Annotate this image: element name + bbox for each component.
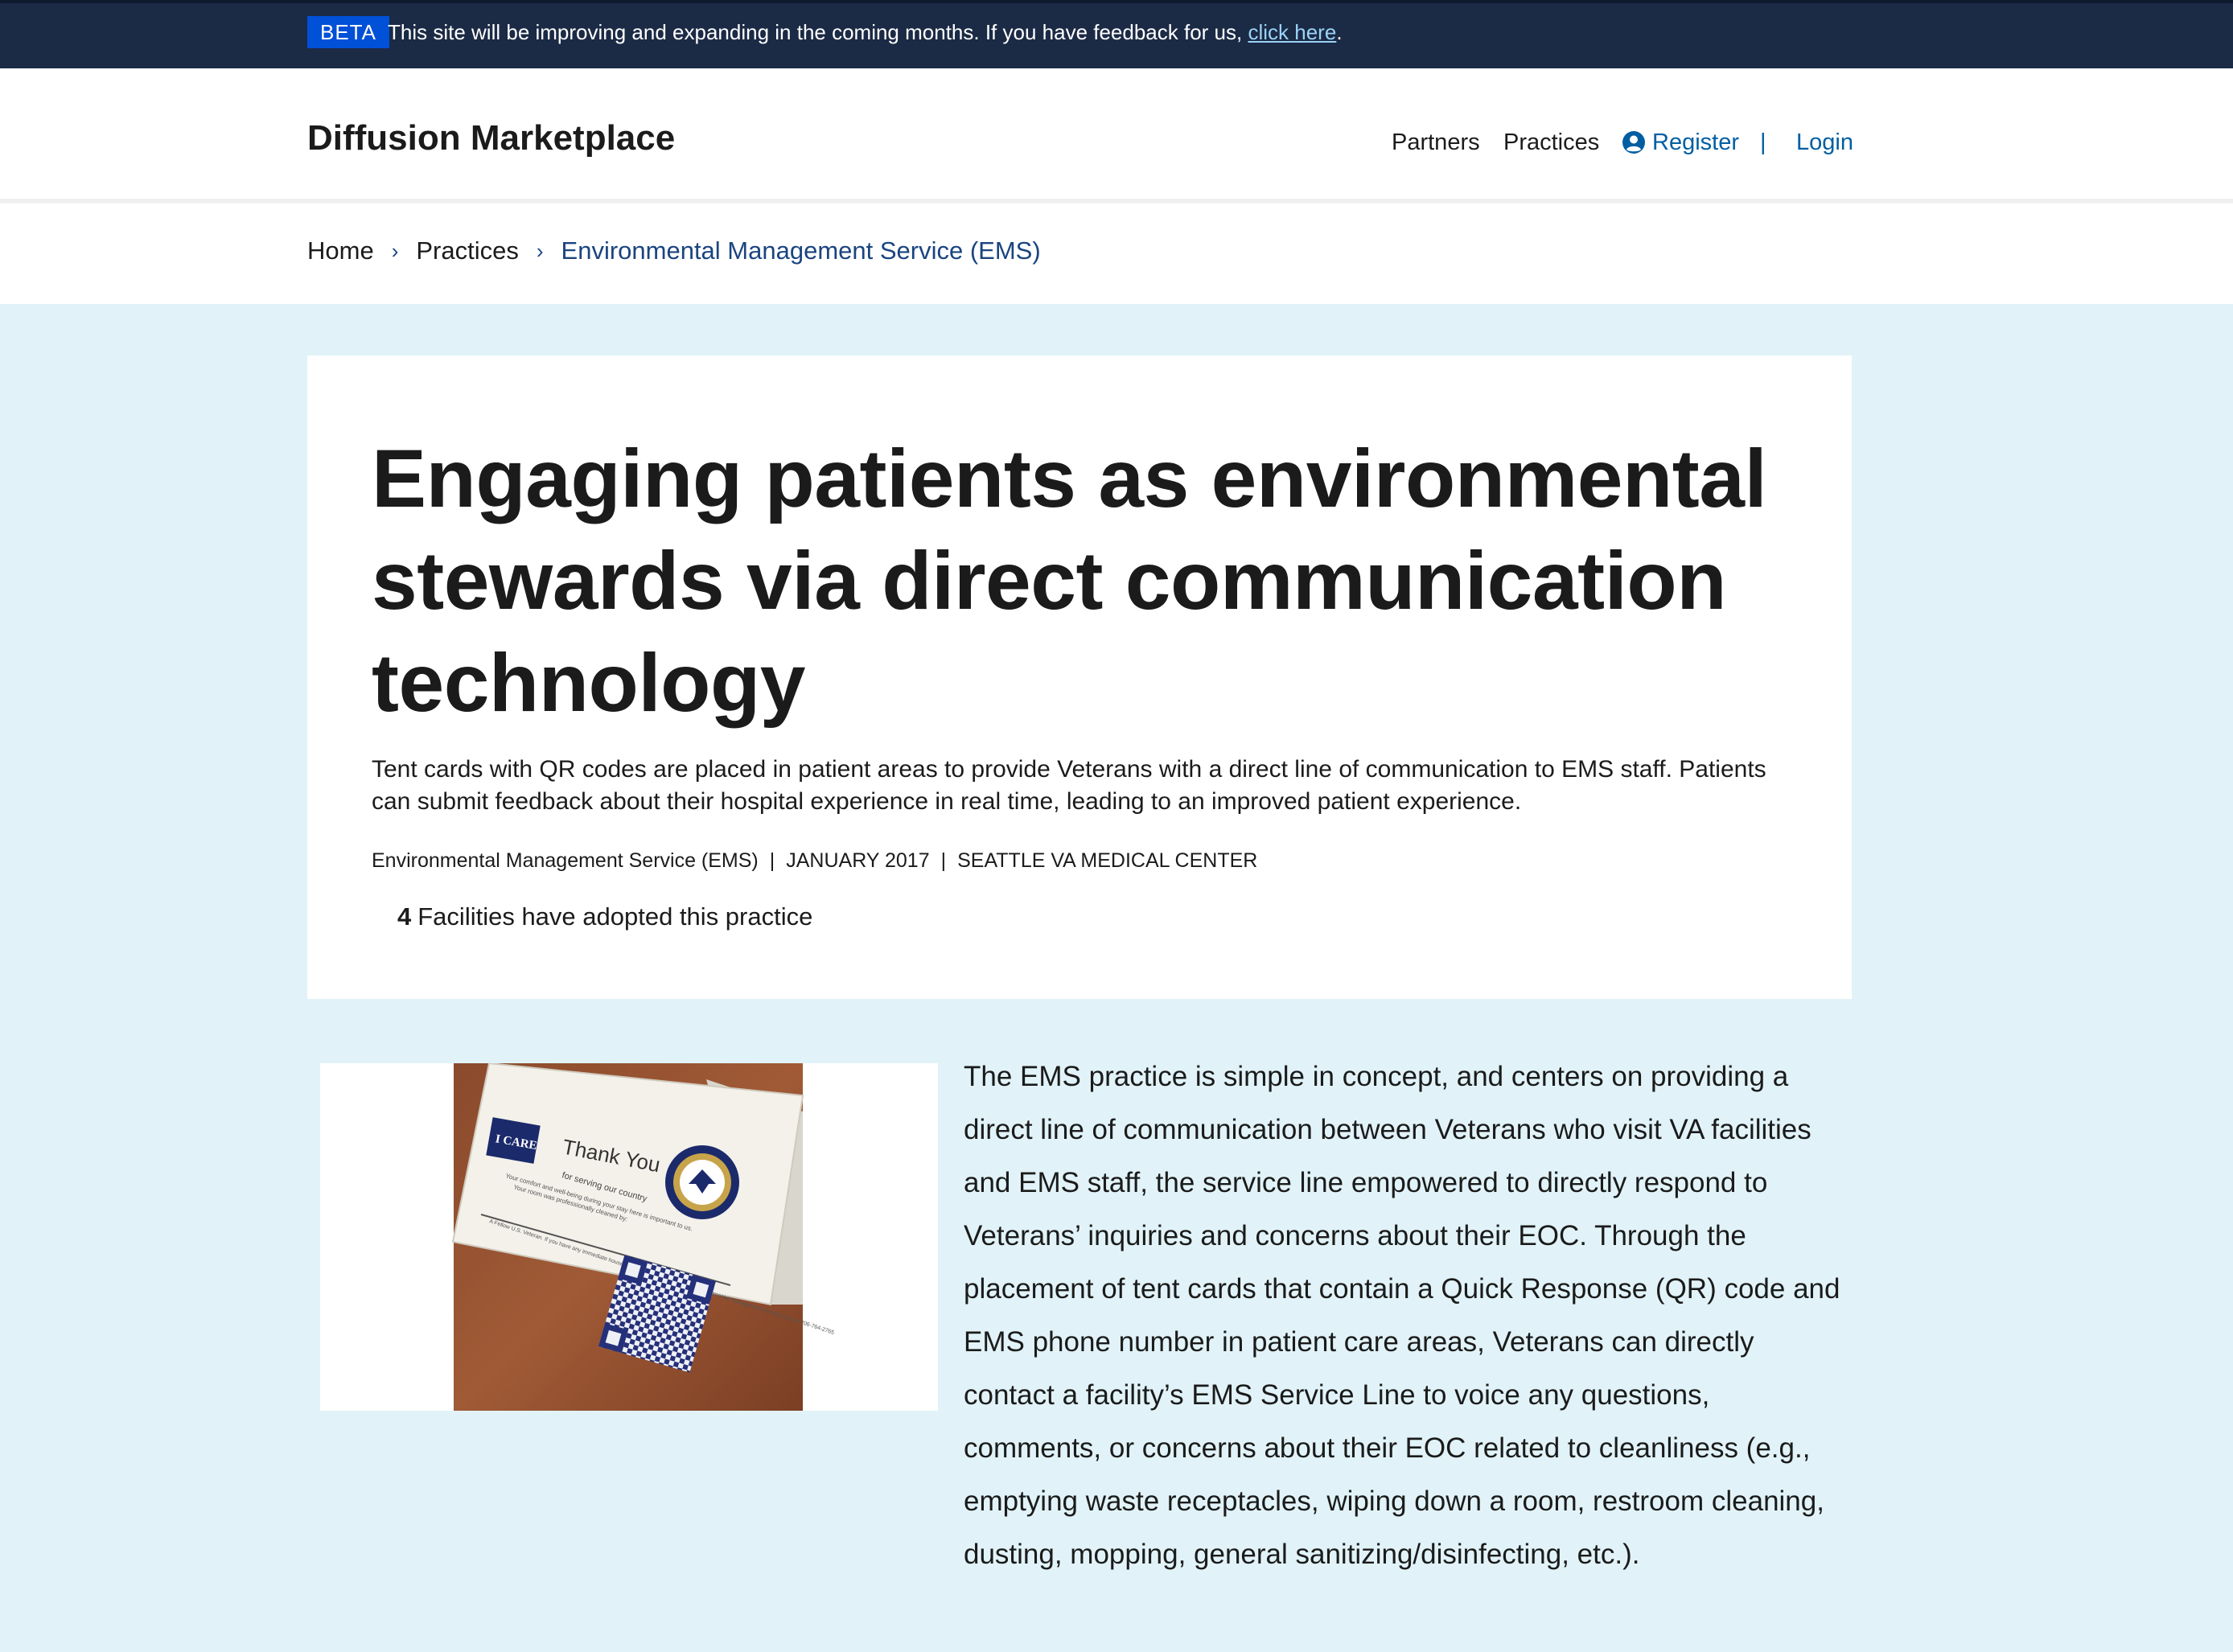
breadcrumb-separator: › (391, 239, 399, 263)
beta-banner: BETA This site will be improving and exp… (0, 0, 2233, 68)
nav-login-link[interactable]: Login (1796, 126, 1853, 158)
nav-separator: | (1760, 129, 1766, 155)
practice-image: I CARE Thank You for serving our country… (320, 1063, 938, 1411)
breadcrumb-current[interactable]: Environmental Management Service (EMS) (561, 232, 1041, 270)
practice-header-card: Engaging patients as environmental stewa… (307, 355, 1852, 999)
adoption-label: Facilities have adopted this practice (417, 902, 813, 931)
breadcrumb: Home › Practices › Environmental Managem… (307, 232, 1041, 270)
user-circle-icon (1622, 130, 1646, 154)
beta-message-trailing: . (1336, 20, 1343, 44)
register-label: Register (1652, 129, 1739, 155)
tent-card-photo: I CARE Thank You for serving our country… (320, 1063, 938, 1411)
feedback-link[interactable]: click here (1248, 20, 1336, 44)
nav-practices-link[interactable]: Practices (1503, 126, 1599, 158)
meta-separator: | (769, 849, 775, 872)
practice-department: Environmental Management Service (EMS) (372, 849, 759, 872)
breadcrumb-practices[interactable]: Practices (416, 232, 518, 270)
beta-message-text: This site will be improving and expandin… (388, 20, 1243, 44)
meta-separator: | (940, 849, 947, 872)
icare-badge: I CARE (486, 1117, 541, 1164)
practice-facility: SEATTLE VA MEDICAL CENTER (957, 849, 1258, 872)
site-header: Diffusion Marketplace Partners Practices… (0, 68, 2233, 203)
breadcrumb-home[interactable]: Home (307, 232, 374, 270)
practice-title: Engaging patients as environmental stewa… (372, 433, 1767, 729)
beta-tag: BETA (307, 16, 389, 48)
adoption-count: 4 Facilities have adopted this practice (397, 899, 812, 935)
practice-summary: Tent cards with QR codes are placed in p… (372, 756, 1766, 815)
breadcrumb-separator: › (536, 239, 544, 263)
practice-description: The EMS practice is simple in concept, a… (964, 1061, 1840, 1570)
practice-date: JANUARY 2017 (786, 849, 930, 872)
beta-message: This site will be improving and expandin… (388, 16, 1343, 48)
va-seal-icon (665, 1145, 739, 1219)
nav-register-link[interactable]: Register (1622, 126, 1739, 158)
adoption-number: 4 (397, 902, 412, 931)
nav-partners-link[interactable]: Partners (1392, 126, 1480, 158)
site-brand[interactable]: Diffusion Marketplace (307, 118, 675, 158)
practice-meta: Environmental Management Service (EMS) | J… (372, 846, 1257, 875)
